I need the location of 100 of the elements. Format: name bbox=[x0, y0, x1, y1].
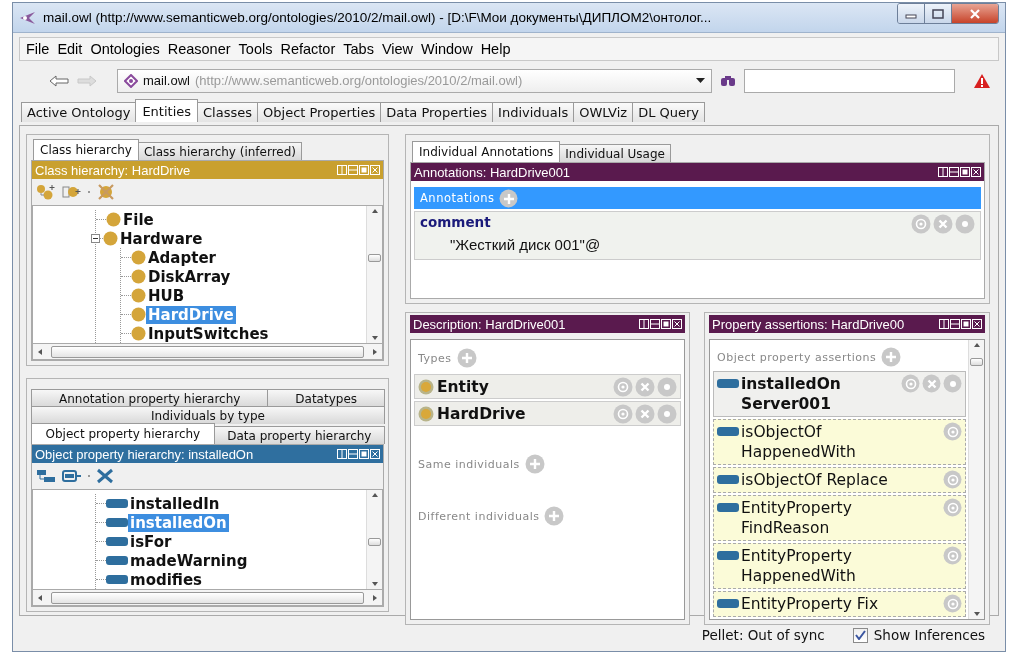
add-subclass-icon[interactable] bbox=[36, 184, 56, 200]
split-view-icon[interactable] bbox=[939, 319, 949, 329]
tree-item[interactable]: File bbox=[121, 210, 156, 229]
maximize-icon[interactable] bbox=[359, 449, 369, 459]
tab[interactable]: Individual Usage bbox=[559, 144, 671, 162]
close-icon[interactable] bbox=[672, 319, 682, 329]
tree-item[interactable]: Hardware bbox=[118, 229, 205, 248]
scroll-down-icon[interactable] bbox=[370, 581, 379, 587]
horizontal-split-icon[interactable] bbox=[348, 449, 358, 459]
search-field[interactable] bbox=[744, 68, 955, 93]
tab[interactable]: Object Properties bbox=[257, 102, 382, 122]
delete-icon[interactable] bbox=[635, 403, 655, 424]
tab[interactable]: Data Properties bbox=[380, 102, 494, 122]
menu-item[interactable]: Window bbox=[417, 41, 477, 57]
add-subproperty-icon[interactable] bbox=[36, 469, 56, 483]
tab[interactable]: Active Ontology bbox=[21, 102, 137, 122]
checkbox[interactable] bbox=[852, 627, 868, 643]
tab[interactable]: Individuals bbox=[492, 102, 575, 122]
tab[interactable]: OWLViz bbox=[573, 102, 634, 122]
add-icon[interactable] bbox=[544, 506, 565, 526]
ontology-dropdown[interactable]: mail.owl (http://www.semanticweb.org/ontologies/2010/2/mail.owl) bbox=[117, 68, 712, 93]
scroll-down-icon[interactable] bbox=[972, 611, 981, 617]
annotate-icon[interactable] bbox=[613, 376, 633, 397]
tab[interactable]: Individual Annotations bbox=[412, 141, 561, 162]
scroll-left-icon[interactable] bbox=[37, 593, 43, 602]
tree-item[interactable]: HUB bbox=[146, 286, 187, 305]
horizontal-split-icon[interactable] bbox=[650, 319, 660, 329]
horizontal-scrollbar[interactable] bbox=[32, 590, 383, 606]
scroll-right-icon[interactable] bbox=[372, 593, 378, 602]
delete-property-icon[interactable] bbox=[96, 468, 114, 484]
maximize-button[interactable] bbox=[925, 4, 952, 23]
scroll-thumb[interactable] bbox=[368, 254, 381, 262]
menu-item[interactable]: Reasoner bbox=[163, 41, 235, 57]
edit-icon[interactable] bbox=[657, 403, 677, 424]
scroll-up-icon[interactable] bbox=[370, 492, 379, 498]
edit-icon[interactable] bbox=[657, 376, 677, 397]
tab[interactable]: Class hierarchy bbox=[33, 139, 139, 160]
maximize-icon[interactable] bbox=[960, 167, 970, 177]
annotate-icon[interactable] bbox=[613, 403, 633, 424]
delete-class-icon[interactable] bbox=[96, 183, 116, 201]
collapse-icon[interactable] bbox=[91, 234, 100, 243]
tree-item[interactable]: madeWarning bbox=[128, 551, 250, 570]
maximize-icon[interactable] bbox=[661, 319, 671, 329]
menu-item[interactable]: Edit bbox=[53, 41, 87, 57]
scroll-left-icon[interactable] bbox=[37, 347, 43, 356]
add-icon[interactable] bbox=[524, 454, 545, 474]
edit-icon[interactable] bbox=[955, 214, 975, 234]
annotate-icon[interactable] bbox=[911, 214, 931, 234]
close-button[interactable] bbox=[952, 4, 998, 23]
horizontal-split-icon[interactable] bbox=[950, 319, 960, 329]
binoculars-icon[interactable] bbox=[720, 74, 736, 87]
tree-item[interactable]: isFor bbox=[128, 532, 174, 551]
delete-icon[interactable] bbox=[933, 214, 953, 234]
menu-item[interactable]: Help bbox=[476, 41, 515, 57]
add-icon[interactable] bbox=[881, 347, 902, 367]
scroll-thumb[interactable] bbox=[970, 358, 983, 366]
close-icon[interactable] bbox=[972, 319, 982, 329]
tab[interactable]: Annotation property hierarchy bbox=[31, 389, 269, 407]
horizontal-split-icon[interactable] bbox=[949, 167, 959, 177]
scroll-thumb[interactable] bbox=[51, 345, 364, 358]
annotate-icon[interactable] bbox=[943, 422, 962, 441]
delete-icon[interactable] bbox=[922, 374, 941, 393]
split-view-icon[interactable] bbox=[639, 319, 649, 329]
tab[interactable]: Classes bbox=[197, 102, 259, 122]
tab[interactable]: Datatypes bbox=[267, 389, 385, 407]
add-sibling-icon[interactable] bbox=[62, 184, 82, 200]
add-icon[interactable] bbox=[498, 188, 518, 208]
scroll-up-icon[interactable] bbox=[370, 208, 379, 214]
annotate-icon[interactable] bbox=[901, 374, 920, 393]
annotate-icon[interactable] bbox=[943, 498, 962, 517]
tree-item[interactable]: modifies bbox=[128, 570, 205, 589]
close-icon[interactable] bbox=[370, 449, 380, 459]
add-icon[interactable] bbox=[456, 348, 477, 368]
vertical-scrollbar[interactable] bbox=[366, 490, 382, 589]
tree-item[interactable]: InputSwitches bbox=[146, 324, 271, 343]
minimize-button[interactable] bbox=[898, 4, 925, 23]
split-view-icon[interactable] bbox=[938, 167, 948, 177]
scroll-up-icon[interactable] bbox=[972, 342, 981, 348]
menu-item[interactable]: Ontologies bbox=[86, 41, 164, 57]
horizontal-scrollbar[interactable] bbox=[32, 344, 383, 360]
annotate-icon[interactable] bbox=[943, 470, 962, 489]
delete-icon[interactable] bbox=[635, 376, 655, 397]
close-icon[interactable] bbox=[971, 167, 981, 177]
annotate-icon[interactable] bbox=[943, 594, 962, 613]
back-arrow-icon[interactable] bbox=[49, 74, 69, 87]
tab[interactable]: Individuals by type bbox=[31, 406, 385, 424]
annotate-icon[interactable] bbox=[943, 546, 962, 565]
scroll-down-icon[interactable] bbox=[370, 335, 379, 341]
tab[interactable]: Class hierarchy (inferred) bbox=[137, 142, 303, 160]
tab[interactable]: Object property hierarchy bbox=[31, 423, 215, 444]
menu-item[interactable]: File bbox=[22, 41, 54, 57]
scroll-thumb[interactable] bbox=[368, 538, 381, 546]
menu-item[interactable]: View bbox=[377, 41, 418, 57]
menu-item[interactable]: Refactor bbox=[276, 41, 340, 57]
tree-item[interactable]: DiskArray bbox=[146, 267, 233, 286]
vertical-scrollbar[interactable] bbox=[968, 340, 984, 619]
scroll-thumb[interactable] bbox=[51, 591, 364, 604]
scroll-right-icon[interactable] bbox=[372, 347, 378, 356]
tree-item[interactable]: installedIn bbox=[128, 494, 222, 513]
tab[interactable]: DL Query bbox=[632, 102, 706, 122]
